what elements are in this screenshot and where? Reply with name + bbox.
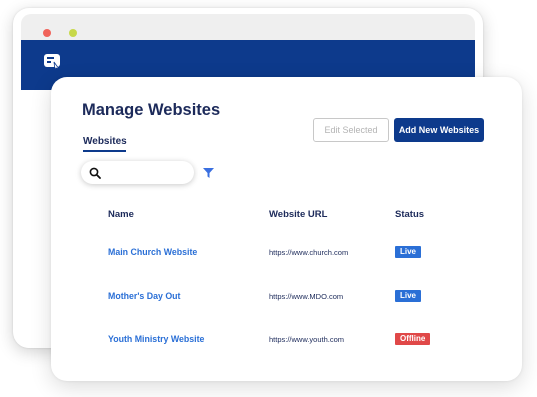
tab-websites[interactable]: Websites (83, 136, 127, 147)
tab-active-indicator (83, 150, 126, 152)
manage-websites-panel: Manage Websites Websites Edit Selected A… (51, 77, 522, 381)
column-header-status[interactable]: Status (395, 209, 424, 220)
app-logo-icon[interactable] (43, 53, 61, 71)
website-url: https://www.church.com (269, 248, 349, 257)
minimize-dot[interactable] (69, 29, 77, 37)
column-header-name[interactable]: Name (108, 209, 134, 220)
website-url: https://www.youth.com (269, 335, 345, 344)
status-badge: Live (395, 246, 422, 258)
website-name-link[interactable]: Main Church Website (108, 247, 197, 257)
close-dot[interactable] (43, 29, 51, 37)
filter-icon[interactable] (203, 168, 214, 178)
status-badge: Offline (395, 333, 431, 345)
search-icon (89, 167, 101, 179)
page-title: Manage Websites (82, 101, 221, 119)
edit-selected-button[interactable]: Edit Selected (313, 118, 389, 142)
website-name-link[interactable]: Mother's Day Out (108, 291, 180, 301)
website-name-link[interactable]: Youth Ministry Website (108, 334, 204, 344)
website-url: https://www.MDO.com (269, 292, 344, 301)
status-badge: Live (395, 290, 422, 302)
add-new-websites-button[interactable]: Add New Websites (394, 118, 484, 142)
column-header-url[interactable]: Website URL (269, 209, 327, 220)
search-input[interactable] (81, 161, 194, 184)
